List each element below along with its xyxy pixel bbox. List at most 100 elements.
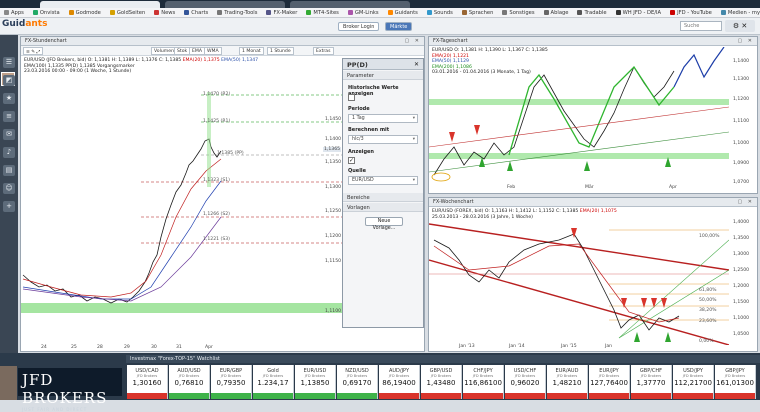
- bookmark-item[interactable]: Ablage: [543, 9, 568, 16]
- browser-tab[interactable]: [290, 1, 410, 8]
- bookmark-item[interactable]: WH JFD - DE/IA: [615, 9, 661, 16]
- toolbar-stok-button[interactable]: Stok: [174, 47, 191, 55]
- interval-select[interactable]: 1 Stunde: [267, 47, 294, 55]
- bookmark-icon: [577, 9, 583, 15]
- hourly-chart-canvas[interactable]: [21, 77, 343, 352]
- quote-tile[interactable]: GBP/JPY JFD Brokers 161,01300: [715, 365, 756, 399]
- bookmark-label: Onvista: [39, 9, 60, 16]
- plus-icon[interactable]: +: [3, 201, 15, 212]
- quote-tile[interactable]: CHF/JPY JFD Brokers 116,86100: [463, 365, 504, 399]
- bookmark-label: Apps: [11, 9, 24, 16]
- quote-tile[interactable]: USD/JPY JFD Brokers 112,21700: [673, 365, 714, 399]
- broker-login-button[interactable]: Broker Login: [338, 22, 380, 31]
- pivot-s2: 1,1266 (S2): [203, 212, 230, 217]
- bookmark-item[interactable]: Sounds: [426, 9, 453, 16]
- calc-select[interactable]: hlc/3 ▾: [348, 135, 418, 144]
- date-label: Jan '15: [561, 344, 577, 349]
- bookmark-item[interactable]: Sprachen: [461, 9, 493, 16]
- browser-tab-active[interactable]: [40, 1, 160, 8]
- settings-gear-icon[interactable]: ⚙ ✕: [725, 20, 755, 32]
- bookmark-item[interactable]: Sonstiges: [502, 9, 535, 16]
- bookmark-item[interactable]: GM-Links: [347, 9, 379, 16]
- bookmark-label: Sonstiges: [509, 9, 535, 16]
- bookmark-item[interactable]: JFD - YouTube: [670, 9, 712, 16]
- panel-controls-icon[interactable]: ▢ ✕: [737, 199, 754, 205]
- quote-trend-bar: [337, 393, 377, 399]
- daily-chart-canvas[interactable]: [429, 47, 729, 187]
- browser-tab[interactable]: [165, 1, 285, 8]
- jfd-brokers-logo: JFD BROKERS JUST FAIR AND DIRECT: [18, 368, 122, 412]
- quote-tile[interactable]: EUR/GBP JFD Brokers 0,79350: [211, 365, 252, 399]
- bookmark-label: GoldSeiten: [116, 9, 146, 16]
- bookmark-item[interactable]: Medien - myvebinar: [720, 9, 760, 16]
- date-label: 29: [124, 345, 130, 350]
- axis-label: 1,1150: [325, 259, 342, 264]
- quote-tile[interactable]: EUR/USD JFD Brokers 1,13850: [295, 365, 336, 399]
- markets-button[interactable]: Märkte: [385, 22, 413, 31]
- new-template-button[interactable]: Neue Vorlage...: [365, 217, 403, 231]
- quote-tile[interactable]: USD/CHF JFD Brokers 0,96020: [505, 365, 546, 399]
- bookmark-label: Trading-Tools: [224, 9, 258, 16]
- quote-exchange: JFD Brokers: [682, 374, 704, 378]
- panel-controls-icon[interactable]: ▢ ✕: [737, 38, 754, 44]
- message-icon[interactable]: ✉: [3, 129, 15, 140]
- bookmark-item[interactable]: FX-Maker: [266, 9, 297, 16]
- bookmark-label: GM-Links: [354, 9, 379, 16]
- bookmark-item[interactable]: Guidants: [387, 9, 418, 16]
- quote-tile[interactable]: GBP/USD JFD Brokers 1,43480: [421, 365, 462, 399]
- toolbar-ema-button[interactable]: EMA: [189, 47, 206, 55]
- axis-label: 1,2000: [733, 284, 750, 289]
- quote-tile[interactable]: EUR/AUD JFD Brokers 1,48210: [547, 365, 588, 399]
- bookmark-item[interactable]: MT4-Sites: [306, 9, 339, 16]
- toolbar-wma-button[interactable]: WMA: [204, 47, 222, 55]
- quote-tile[interactable]: NZD/USD JFD Brokers 0,69170: [337, 365, 378, 399]
- bookmark-item[interactable]: Charts: [184, 9, 208, 16]
- panel-controls-icon[interactable]: ▢ ✕: [404, 38, 421, 44]
- bookmark-item[interactable]: Trading-Tools: [217, 9, 258, 16]
- section-templates[interactable]: Vorlagen: [343, 203, 423, 212]
- source-label: Quelle: [348, 168, 367, 174]
- bookmark-item[interactable]: Godmode: [68, 9, 101, 16]
- close-icon[interactable]: ✕: [414, 61, 419, 68]
- bookmark-item[interactable]: News: [154, 9, 175, 16]
- timerange-select[interactable]: 1 Monat: [239, 47, 264, 55]
- show-checkbox[interactable]: ✓: [348, 157, 355, 164]
- fib-level: 61,80%: [699, 288, 717, 293]
- pivot-r1: 1,1425 (R1): [203, 119, 231, 124]
- section-parameter[interactable]: Parameter: [343, 71, 423, 80]
- hist-values-checkbox[interactable]: [348, 94, 355, 101]
- quote-tile[interactable]: EUR/JPY JFD Brokers 127,76400: [589, 365, 630, 399]
- menu-icon[interactable]: ☰: [3, 57, 15, 68]
- bookmark-item[interactable]: Tradable: [577, 9, 607, 16]
- quote-tile[interactable]: GBP/CHF JFD Brokers 1,37770: [631, 365, 672, 399]
- bookmark-label: Guidants: [394, 9, 418, 16]
- bookmark-item[interactable]: Onvista: [32, 9, 60, 16]
- quote-exchange: JFD Brokers: [556, 374, 578, 378]
- search-input[interactable]: [680, 21, 722, 31]
- source-select[interactable]: EUR/USD ▾: [348, 176, 418, 185]
- quote-tile[interactable]: USD/CAD JFD Brokers 1,30160: [127, 365, 168, 399]
- quote-exchange: JFD Brokers: [472, 374, 494, 378]
- period-select[interactable]: 1 Tag ▾: [348, 114, 418, 123]
- toolbar-symbol-button[interactable]: ≡ ✎ ⤢: [23, 47, 44, 55]
- quote-tile[interactable]: AUD/JPY JFD Brokers 86,19400: [379, 365, 420, 399]
- extras-button[interactable]: Extras: [313, 47, 334, 55]
- folder-icon[interactable]: ▤: [3, 165, 15, 176]
- people-icon[interactable]: ☺: [3, 183, 15, 194]
- section-areas[interactable]: Bereiche: [343, 193, 423, 202]
- bookmark-item[interactable]: GoldSeiten: [109, 9, 146, 16]
- list-icon[interactable]: ≡: [3, 111, 15, 122]
- panel-title: FX-Wochenchart ▢ ✕: [429, 198, 757, 207]
- axis-label: 1,1300: [733, 77, 750, 82]
- quote-tile[interactable]: Gold JFD Brokers 1.234,17: [253, 365, 294, 399]
- date-label: Mär: [585, 185, 594, 190]
- bookmark-item[interactable]: Apps: [4, 9, 24, 16]
- axis-label: 1,1200: [733, 97, 750, 102]
- quote-tile[interactable]: AUD/USD JFD Brokers 0,76810: [169, 365, 210, 399]
- guidants-logo[interactable]: Guidants: [2, 19, 47, 29]
- fib-level: 38,20%: [699, 308, 717, 313]
- weekly-chart-canvas[interactable]: [429, 220, 729, 345]
- bell-icon[interactable]: ♪: [3, 147, 15, 158]
- star-icon[interactable]: ★: [3, 93, 15, 104]
- chart-icon[interactable]: ◩: [3, 75, 15, 86]
